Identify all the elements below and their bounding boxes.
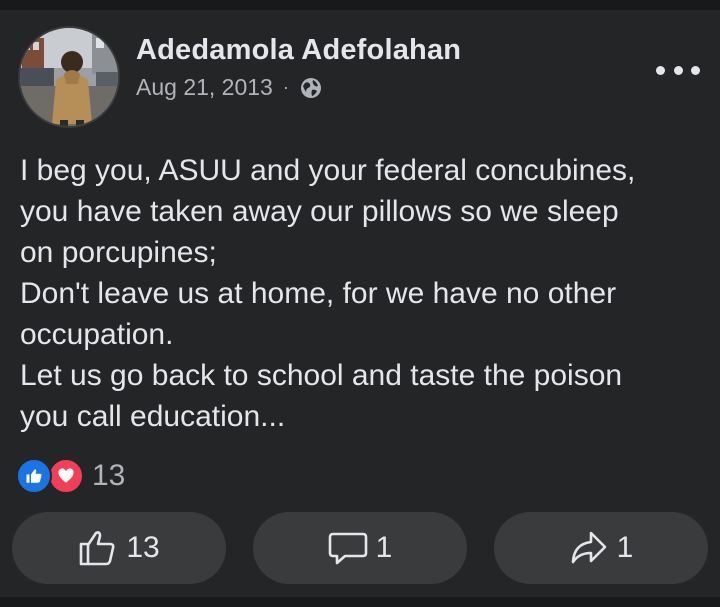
post-date[interactable]: Aug 21, 2013 bbox=[136, 74, 273, 101]
comment-button[interactable]: 1 bbox=[253, 512, 467, 584]
post-actions: 13 1 1 bbox=[12, 512, 708, 584]
top-divider bbox=[0, 0, 720, 10]
comment-count: 1 bbox=[375, 531, 393, 564]
author-avatar[interactable] bbox=[18, 26, 120, 128]
post-text-line: I beg you, ASUU and your federal concubi… bbox=[20, 154, 636, 187]
like-reaction-icon bbox=[16, 458, 52, 494]
reaction-count: 13 bbox=[92, 459, 126, 492]
post-body: I beg you, ASUU and your federal concubi… bbox=[20, 150, 710, 437]
post-meta: Aug 21, 2013 · bbox=[136, 74, 323, 101]
bottom-divider bbox=[0, 597, 720, 607]
more-dot-icon bbox=[656, 65, 665, 75]
thumbs-up-icon bbox=[80, 531, 115, 566]
post-text-line: occupation. bbox=[20, 318, 174, 351]
share-count: 1 bbox=[616, 531, 634, 564]
love-reaction-icon bbox=[48, 458, 84, 494]
share-arrow-icon bbox=[571, 531, 606, 564]
like-button[interactable]: 13 bbox=[12, 512, 226, 584]
meta-separator: · bbox=[282, 77, 289, 97]
reactions-summary[interactable]: 13 bbox=[16, 458, 125, 494]
more-options-button[interactable] bbox=[656, 58, 700, 82]
post-text-line: Let us go back to school and taste the p… bbox=[20, 359, 623, 392]
author-name[interactable]: Adedamola Adefolahan bbox=[136, 34, 461, 67]
like-count: 13 bbox=[126, 531, 160, 564]
post-text-line: you have taken away our pillows so we sl… bbox=[20, 195, 619, 228]
share-button[interactable]: 1 bbox=[494, 512, 708, 584]
more-dot-icon bbox=[673, 65, 683, 75]
more-dot-icon bbox=[691, 65, 700, 75]
post-text-line: on porcupines; bbox=[20, 236, 217, 269]
globe-icon[interactable] bbox=[299, 76, 323, 100]
avatar-photo bbox=[20, 28, 118, 126]
post-text-line: you call education... bbox=[20, 400, 286, 433]
post-text-line: Don't leave us at home, for we have no o… bbox=[20, 277, 617, 310]
comment-icon bbox=[328, 532, 367, 565]
